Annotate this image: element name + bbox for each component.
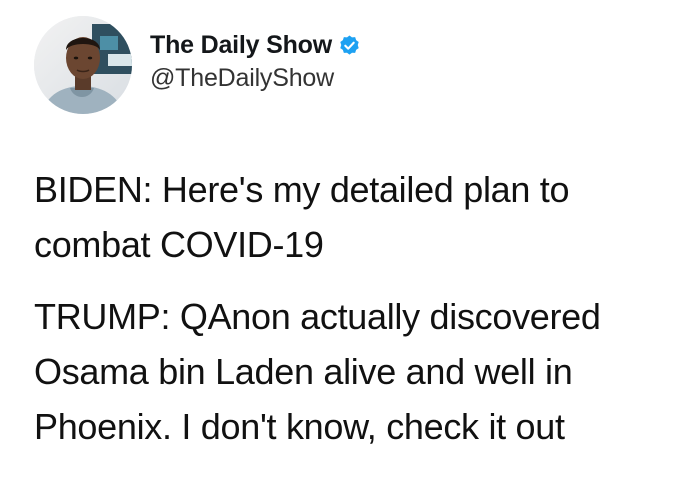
- tweet-text: BIDEN: Here's my detailed plan to combat…: [34, 162, 674, 454]
- tweet-paragraph-trump: TRUMP: QAnon actually discovered Osama b…: [34, 296, 601, 447]
- avatar-image: [34, 16, 132, 114]
- display-name[interactable]: The Daily Show: [150, 31, 332, 60]
- tweet-card: The Daily Show @TheDailyShow BIDEN: Here…: [0, 0, 690, 488]
- tweet-paragraph-biden: BIDEN: Here's my detailed plan to combat…: [34, 169, 570, 265]
- handle[interactable]: @TheDailyShow: [150, 64, 361, 93]
- verified-badge-icon: [338, 34, 361, 57]
- author-names: The Daily Show @TheDailyShow: [150, 31, 361, 93]
- tweet-header: The Daily Show @TheDailyShow: [34, 16, 361, 114]
- avatar[interactable]: [34, 16, 132, 114]
- name-row: The Daily Show: [150, 31, 361, 60]
